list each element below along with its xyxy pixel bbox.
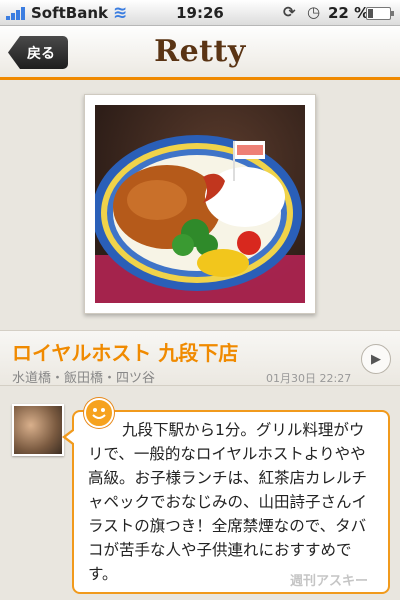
battery-icon [366,7,394,20]
restaurant-info-bar[interactable]: ロイヤルホスト 九段下店 水道橋・飯田橋・四ツ谷 01月30日 22:27 ▶ [0,330,400,386]
chevron-right-icon: ▶ [371,351,381,367]
food-photo[interactable] [84,94,316,314]
watermark: 週刊アスキー [290,574,369,589]
restaurant-detail-button[interactable]: ▶ [361,344,391,374]
app-logo: Retty [154,34,246,69]
restaurant-name[interactable]: ロイヤルホスト 九段下店 [12,337,238,366]
alarm-icon: ◷ [307,3,321,21]
navigation-bar: 戻る Retty [0,26,400,80]
avatar[interactable] [12,404,64,456]
status-bar: SoftBank ≋ 19:26 ⟳ ◷ 22 % [0,0,400,26]
comment-text: 九段下駅から1分。グリル料理がウリで、一般的なロイヤルホストよりやや高級。お子様… [88,421,368,583]
restaurant-area: 水道橋・飯田橋・四ツ谷 [12,371,156,386]
rotation-lock-icon: ⟳ [283,3,296,21]
battery-percentage: 22 % [328,4,370,22]
smiley-icon [84,398,114,428]
post-datetime: 01月30日 22:27 [266,372,352,385]
food-photo-image [95,105,305,303]
comment-bubble: 九段下駅から1分。グリル料理がウリで、一般的なロイヤルホストよりやや高級。お子様… [62,410,390,594]
